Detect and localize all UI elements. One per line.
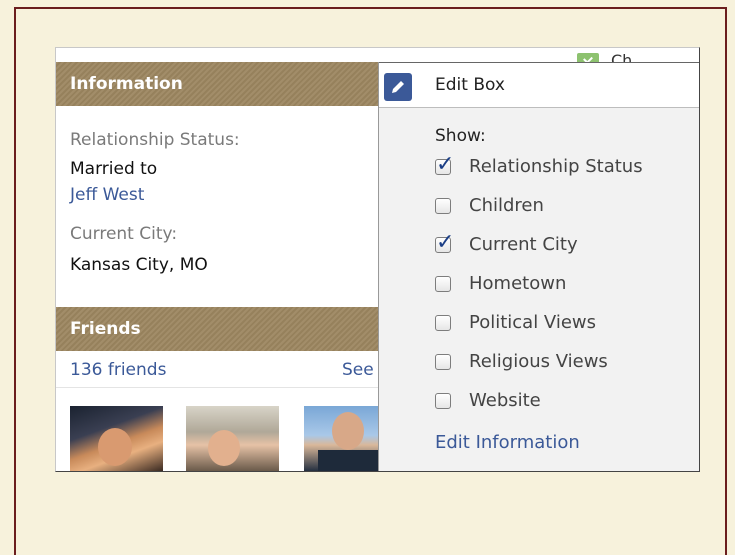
friend-photo[interactable] — [70, 406, 163, 471]
friends-title: Friends — [70, 319, 141, 339]
option-label: Children — [469, 195, 544, 216]
information-header: Information — [56, 62, 419, 106]
profile-screenshot: Ch Information Relationship Status: Marr… — [55, 47, 700, 472]
show-label: Show: — [435, 126, 486, 146]
option-label: Religious Views — [469, 351, 608, 372]
top-strip — [56, 48, 699, 62]
checkbox[interactable] — [435, 152, 454, 177]
option-label: Political Views — [469, 312, 597, 333]
checkbox[interactable] — [435, 315, 451, 331]
checkbox[interactable] — [435, 230, 454, 255]
option-label: Hometown — [469, 273, 567, 294]
option-label: Current City — [469, 234, 578, 255]
information-title: Information — [70, 74, 183, 94]
relationship-value: Married to — [70, 159, 158, 179]
spouse-link[interactable]: Jeff West — [70, 185, 144, 205]
checkbox[interactable] — [435, 276, 451, 292]
option-label: Relationship Status — [469, 156, 643, 177]
edit-box-header: Edit Box — [379, 62, 699, 108]
friend-photo[interactable] — [186, 406, 279, 471]
friends-count-link[interactable]: 136 friends — [70, 360, 166, 380]
checkbox[interactable] — [435, 354, 451, 370]
edit-box-popup: Edit Box Show: Relationship Status Child… — [378, 62, 699, 471]
friends-header: Friends — [56, 307, 419, 351]
checkbox[interactable] — [435, 198, 451, 214]
relationship-label: Relationship Status: — [70, 130, 240, 150]
edit-information-link[interactable]: Edit Information — [435, 432, 580, 453]
edit-pencil-icon[interactable] — [384, 73, 412, 101]
edit-box-title: Edit Box — [435, 75, 505, 95]
option-label: Website — [469, 390, 541, 411]
friends-divider — [56, 387, 419, 388]
checkbox[interactable] — [435, 393, 451, 409]
current-city-label: Current City: — [70, 224, 178, 244]
current-city-value: Kansas City, MO — [70, 255, 208, 275]
